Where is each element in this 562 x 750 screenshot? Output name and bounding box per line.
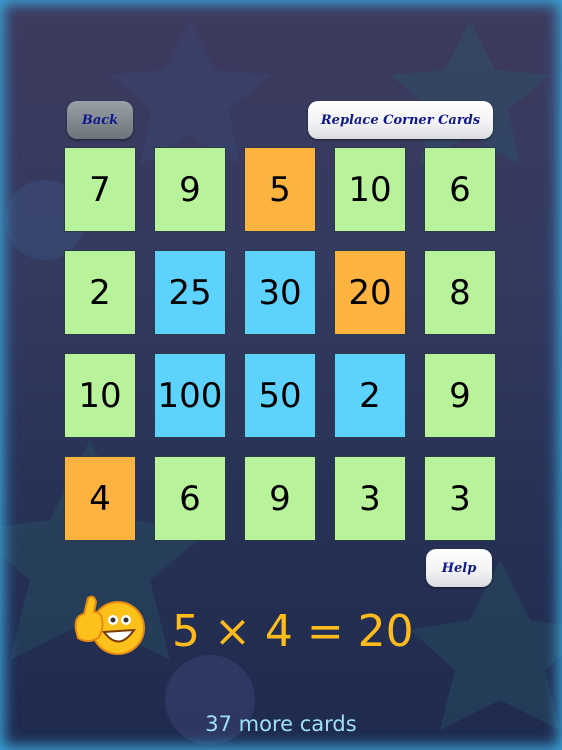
number-card[interactable]: 30 (245, 251, 315, 334)
remaining-cards-count: 37 more cards (205, 712, 357, 736)
number-card[interactable]: 2 (335, 354, 405, 437)
star-decoration (110, 20, 270, 165)
number-card[interactable]: 8 (425, 251, 495, 334)
number-card[interactable]: 2 (65, 251, 135, 334)
number-card[interactable]: 9 (155, 148, 225, 231)
number-card[interactable]: 5 (245, 148, 315, 231)
number-card[interactable]: 100 (155, 354, 225, 437)
thumbs-up-smiley-icon (74, 595, 145, 655)
number-card[interactable]: 9 (425, 354, 495, 437)
number-card[interactable]: 20 (335, 251, 405, 334)
number-card[interactable]: 7 (65, 148, 135, 231)
star-decoration (390, 20, 550, 165)
help-button[interactable]: Help (426, 549, 492, 587)
equation-text: 5 × 4 = 20 (172, 606, 414, 657)
number-card[interactable]: 3 (335, 457, 405, 540)
number-card[interactable]: 4 (65, 457, 135, 540)
number-card[interactable]: 10 (65, 354, 135, 437)
number-card[interactable]: 6 (425, 148, 495, 231)
number-card[interactable]: 9 (245, 457, 315, 540)
number-card[interactable]: 6 (155, 457, 225, 540)
number-card[interactable]: 10 (335, 148, 405, 231)
replace-corner-cards-button[interactable]: Replace Corner Cards (308, 101, 493, 139)
back-button[interactable]: Back (67, 101, 133, 139)
number-card[interactable]: 3 (425, 457, 495, 540)
number-card[interactable]: 25 (155, 251, 225, 334)
number-card[interactable]: 50 (245, 354, 315, 437)
